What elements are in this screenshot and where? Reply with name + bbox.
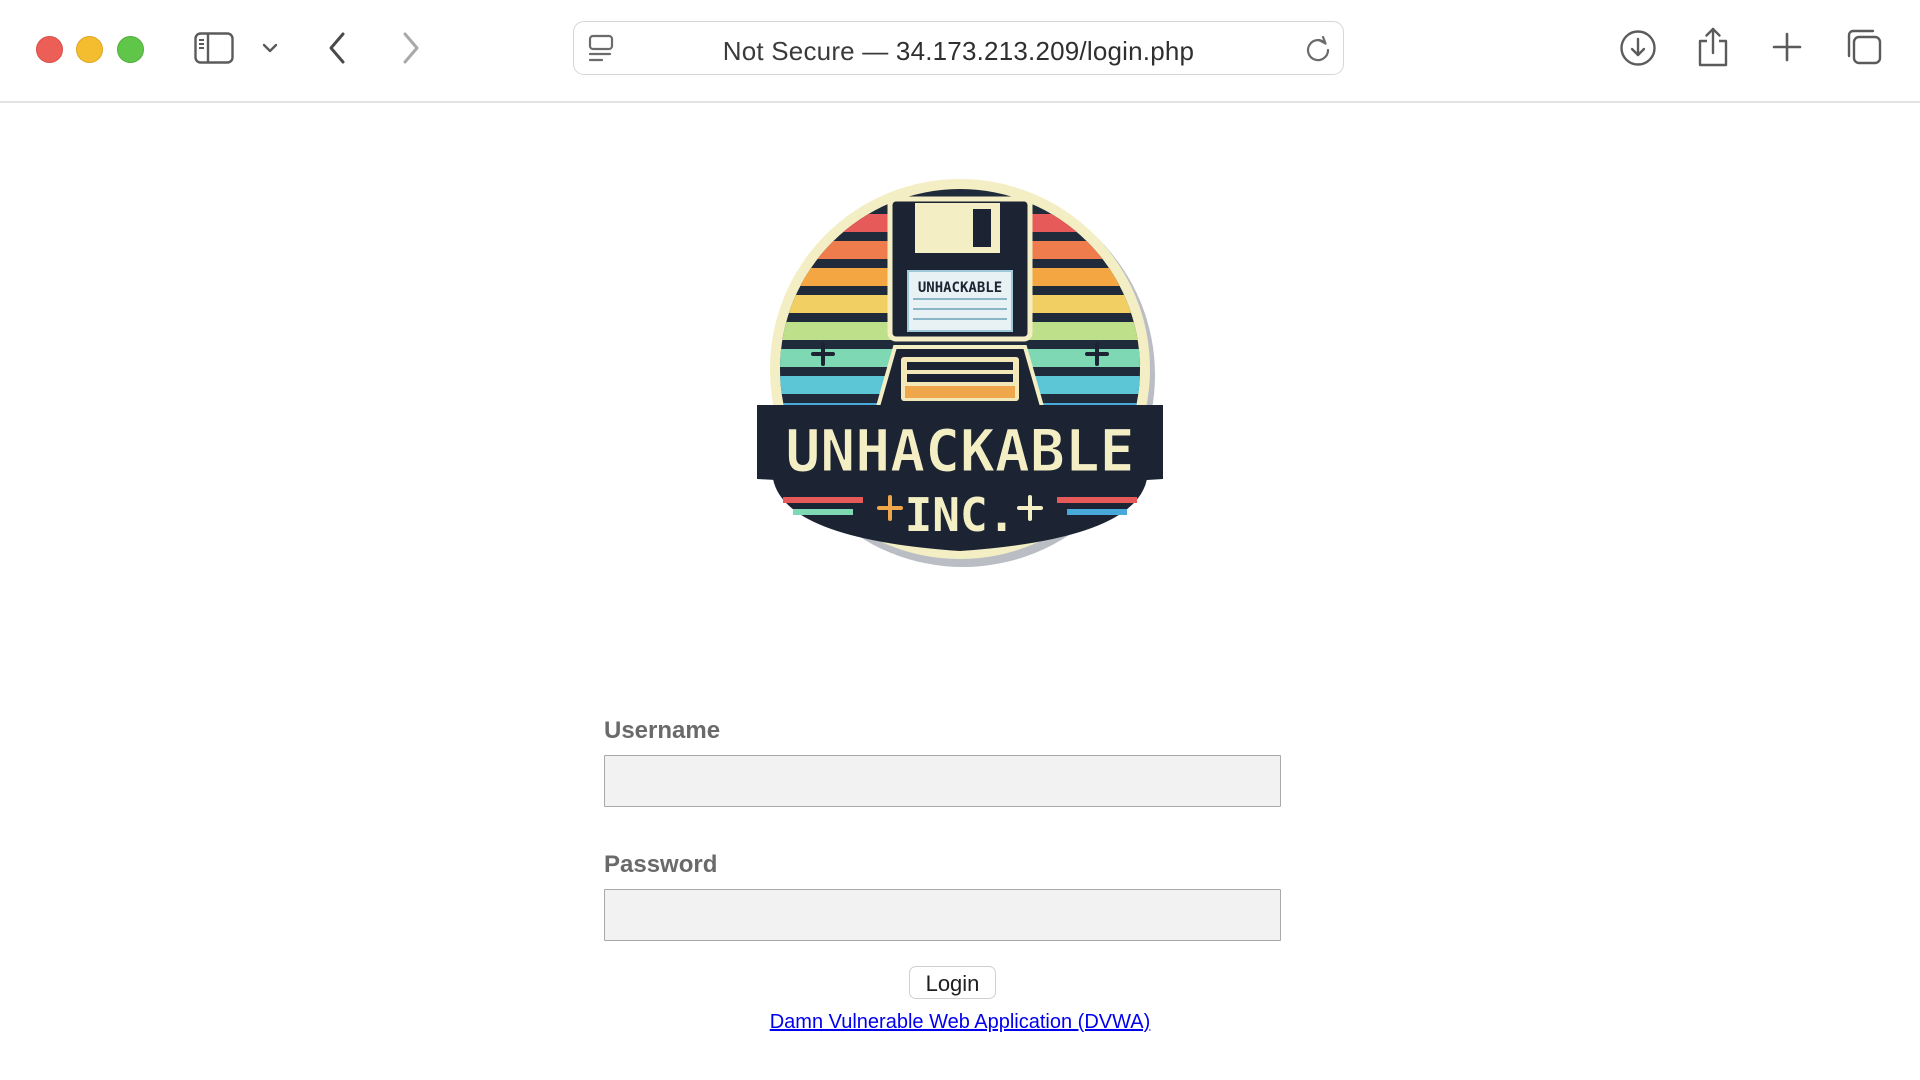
plus-icon[interactable] xyxy=(1771,31,1803,63)
page-content: UNHACKABLE UNHACKABLE INC. Username Pass… xyxy=(0,103,1920,1080)
svg-text:UNHACKABLE: UNHACKABLE xyxy=(918,280,1002,296)
close-window-button[interactable] xyxy=(36,36,63,63)
password-input[interactable] xyxy=(604,889,1281,941)
reload-icon[interactable] xyxy=(1303,34,1333,69)
submit-row: Login xyxy=(604,966,1281,999)
security-label: Not Secure — xyxy=(722,36,889,66)
zoom-window-button[interactable] xyxy=(117,36,144,63)
sidebar-icon[interactable] xyxy=(193,31,235,65)
browser-window: Not Secure — 34.173.213.209/login.php UN… xyxy=(0,0,1920,1080)
username-label: Username xyxy=(604,717,721,744)
svg-text:INC.: INC. xyxy=(905,488,1016,542)
forward-arrow-icon[interactable] xyxy=(399,30,423,66)
url-text: 34.173.213.209/login.php xyxy=(895,36,1195,66)
chevron-down-icon[interactable] xyxy=(260,40,280,56)
login-button[interactable]: Login xyxy=(908,966,997,999)
address-bar[interactable]: Not Secure — 34.173.213.209/login.php xyxy=(573,21,1344,75)
download-icon[interactable] xyxy=(1618,28,1658,68)
login-form: Username Password Login xyxy=(604,717,1281,999)
svg-text:UNHACKABLE: UNHACKABLE xyxy=(785,417,1134,485)
password-label: Password xyxy=(604,851,718,878)
dvwa-link[interactable]: Damn Vulnerable Web Application (DVWA) xyxy=(770,1011,1151,1033)
username-input[interactable] xyxy=(604,755,1281,807)
share-icon[interactable] xyxy=(1695,26,1731,68)
minimize-window-button[interactable] xyxy=(76,36,103,63)
browser-toolbar: Not Secure — 34.173.213.209/login.php xyxy=(0,0,1920,103)
url-display: Not Secure — 34.173.213.209/login.php xyxy=(574,36,1343,67)
back-arrow-icon[interactable] xyxy=(325,30,349,66)
unhackable-logo: UNHACKABLE UNHACKABLE INC. xyxy=(757,179,1163,567)
tab-overview-icon[interactable] xyxy=(1845,28,1883,66)
footer: Damn Vulnerable Web Application (DVWA) xyxy=(0,1011,1920,1034)
